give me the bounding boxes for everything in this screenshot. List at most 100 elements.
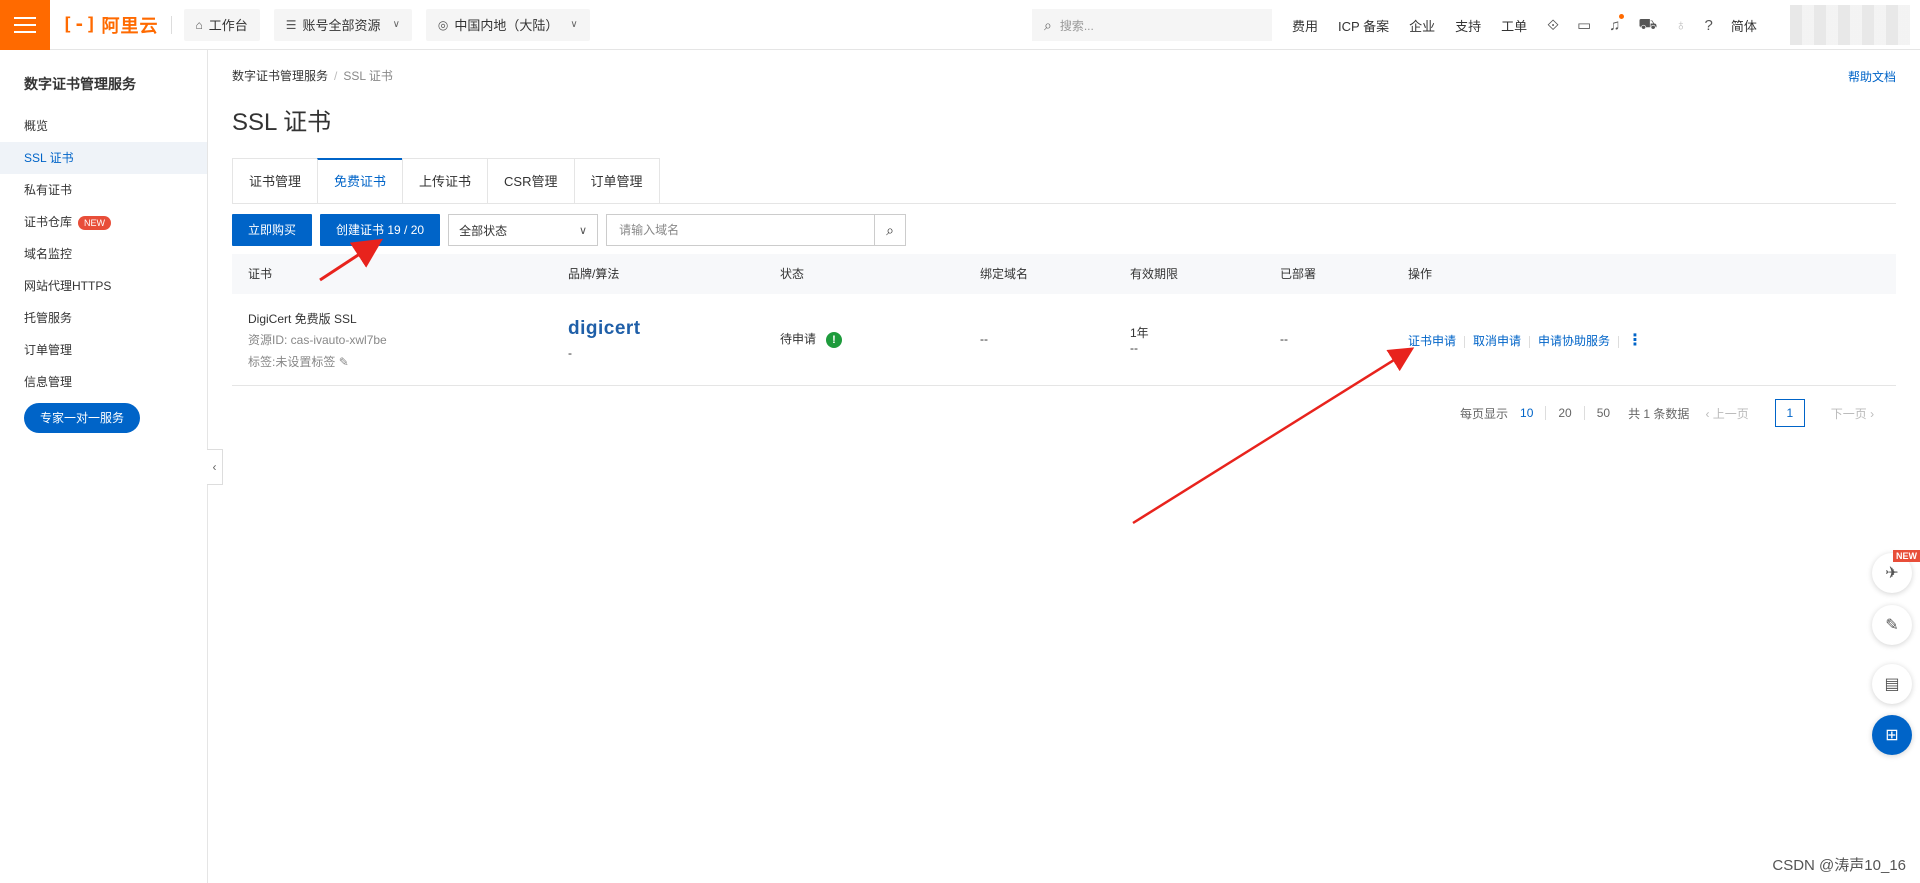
- avatar[interactable]: [1790, 5, 1910, 45]
- sidebar: 数字证书管理服务 概览 SSL 证书 私有证书 证书仓库 NEW 域名监控 网站代…: [0, 50, 208, 883]
- sidebar-title: 数字证书管理服务: [24, 76, 136, 92]
- search-button[interactable]: ⌕: [874, 214, 907, 246]
- col-brand: 品牌/算法: [568, 267, 620, 281]
- watermark: CSDN @涛声10_16: [1772, 857, 1906, 874]
- sidebar-collapse-handle[interactable]: ‹: [207, 449, 223, 485]
- global-search-input[interactable]: ⌕ 搜索...: [1032, 9, 1272, 41]
- col-actions: 操作: [1408, 267, 1433, 281]
- col-cert: 证书: [248, 267, 273, 281]
- new-badge: NEW: [78, 215, 112, 230]
- sidebar-item-overview[interactable]: 概览: [0, 110, 207, 142]
- edit-icon[interactable]: ✎: [339, 355, 349, 369]
- tab-csr[interactable]: CSR管理: [487, 158, 574, 204]
- edit-float-button[interactable]: ✎: [1872, 605, 1912, 645]
- assist-service-link[interactable]: 申请协助服务: [1538, 334, 1610, 348]
- status-select[interactable]: 全部状态 ∨: [448, 214, 599, 246]
- cancel-apply-link[interactable]: 取消申请: [1473, 334, 1521, 348]
- per-page-label: 每页显示: [1460, 406, 1509, 421]
- tab-cert-manage[interactable]: 证书管理: [232, 158, 318, 204]
- create-cert-button[interactable]: 创建证书 19 / 20: [320, 214, 441, 246]
- chat-float-button[interactable]: ▤: [1872, 664, 1912, 704]
- top-link-ticket[interactable]: 工单: [1501, 16, 1527, 35]
- deployed-cell: --: [1280, 332, 1288, 346]
- sidebar-item-proxy-https[interactable]: 网站代理HTTPS: [0, 270, 207, 302]
- apps-float-button[interactable]: ⊞: [1872, 715, 1912, 755]
- code-icon[interactable]: ⟐: [1547, 17, 1559, 34]
- brand-logo: digicert: [568, 318, 641, 339]
- col-status: 状态: [780, 267, 805, 281]
- top-link-enterprise[interactable]: 企业: [1409, 16, 1435, 35]
- toolbar: 立即购买 创建证书 19 / 20 全部状态∨ ⌕: [232, 214, 907, 246]
- validity-sub: --: [1130, 341, 1138, 355]
- top-link-icp[interactable]: ICP 备案: [1338, 16, 1389, 35]
- col-deployed: 已部署: [1280, 267, 1317, 281]
- actions-cell: 证书申请 取消申请 申请协助服务 ⋮: [1408, 330, 1643, 350]
- chevron-down-icon: ∨: [570, 19, 578, 30]
- top-link-support[interactable]: 支持: [1455, 16, 1481, 35]
- help-circle-icon[interactable]: ?: [1705, 17, 1713, 34]
- tab-upload-cert[interactable]: 上传证书: [402, 158, 488, 204]
- sidebar-item-domain-monitor[interactable]: 域名监控: [0, 238, 207, 270]
- home-icon: ⌂: [195, 17, 203, 32]
- sidebar-item-private-cert[interactable]: 私有证书: [0, 174, 207, 206]
- table-row: DigiCert 免费版 SSL 资源ID: cas-ivauto-xwl7be…: [232, 294, 1896, 386]
- page-size-20[interactable]: 20: [1558, 406, 1571, 420]
- expert-service-button[interactable]: 专家一对一服务: [24, 403, 140, 433]
- page-size-50[interactable]: 50: [1597, 406, 1610, 420]
- breadcrumb: 数字证书管理服务 / SSL 证书: [232, 69, 393, 83]
- col-validity: 有效期限: [1130, 267, 1179, 281]
- search-icon: ⌕: [1044, 16, 1052, 33]
- chevron-down-icon: ∨: [392, 19, 400, 30]
- chat-icon: ▤: [1884, 676, 1900, 693]
- sidebar-item-cert-repo[interactable]: 证书仓库 NEW: [0, 206, 207, 238]
- cart-icon[interactable]: ⛟: [1638, 16, 1657, 35]
- megaphone-icon: ✈: [1885, 565, 1899, 582]
- status-cell: 待申请!: [780, 330, 843, 348]
- layers-icon: ☰: [285, 17, 297, 32]
- prev-page-button[interactable]: ‹ 上一页: [1705, 405, 1748, 422]
- location-icon: ◎: [437, 17, 449, 32]
- cert-tag[interactable]: 标签:未设置标签 ✎: [248, 353, 349, 370]
- sidebar-item-ssl[interactable]: SSL 证书: [0, 142, 207, 174]
- language-switch[interactable]: 简体: [1731, 16, 1757, 35]
- top-link-fee[interactable]: 费用: [1292, 16, 1318, 35]
- bell-icon[interactable]: ♫: [1609, 13, 1625, 34]
- region-dropdown[interactable]: ◎ 中国内地（大陆） ∨: [425, 8, 590, 41]
- sidebar-item-orders[interactable]: 订单管理: [0, 334, 207, 366]
- sidebar-item-info[interactable]: 信息管理: [0, 366, 207, 398]
- domain-cell: --: [980, 332, 988, 346]
- lightbulb-icon[interactable]: ♁: [1675, 17, 1686, 34]
- top-links: 费用 ICP 备案 企业 支持 工单 ⟐ ▭ ♫ ⛟ ♁ ? 简体: [1292, 0, 1777, 50]
- aliyun-logo-icon: [-]: [62, 14, 98, 35]
- float-new-badge: NEW: [1893, 550, 1920, 562]
- buy-now-button[interactable]: 立即购买: [232, 214, 313, 246]
- aliyun-logo[interactable]: [-] 阿里云: [62, 12, 159, 38]
- grid-icon: ⊞: [1885, 727, 1899, 744]
- next-page-button[interactable]: 下一页 ›: [1831, 405, 1874, 422]
- alert-icon[interactable]: !: [826, 331, 843, 348]
- breadcrumb-current: SSL 证书: [343, 69, 393, 83]
- page-title: SSL 证书: [232, 109, 332, 136]
- sidebar-item-hosting[interactable]: 托管服务: [0, 302, 207, 334]
- hamburger-menu-button[interactable]: [0, 0, 50, 50]
- resources-dropdown[interactable]: ☰ 账号全部资源 ∨: [273, 8, 412, 41]
- cert-name: DigiCert 免费版 SSL: [248, 312, 357, 326]
- pen-icon: ✎: [1885, 617, 1899, 634]
- breadcrumb-root[interactable]: 数字证书管理服务: [232, 69, 328, 83]
- page-size-10[interactable]: 10: [1520, 406, 1533, 420]
- tab-orders[interactable]: 订单管理: [573, 158, 660, 204]
- page-1-button[interactable]: 1: [1774, 399, 1805, 427]
- more-options-icon[interactable]: ⋮: [1627, 332, 1643, 349]
- total-count: 共 1 条数据: [1628, 406, 1690, 421]
- apply-cert-link[interactable]: 证书申请: [1408, 334, 1456, 348]
- validity-cell: 1年: [1130, 326, 1149, 340]
- domain-search-input[interactable]: [606, 214, 875, 246]
- tab-free-cert[interactable]: 免费证书: [317, 158, 403, 204]
- help-docs-link[interactable]: 帮助文档: [1848, 68, 1896, 85]
- workbench-button[interactable]: ⌂ 工作台: [183, 8, 260, 41]
- search-icon: ⌕: [886, 221, 894, 238]
- algo: -: [568, 346, 572, 360]
- table-header: 证书 品牌/算法 状态 绑定域名 有效期限 已部署 操作: [232, 254, 1896, 294]
- terminal-icon[interactable]: ▭: [1577, 16, 1591, 34]
- cert-resource-id: 资源ID: cas-ivauto-xwl7be: [248, 333, 387, 347]
